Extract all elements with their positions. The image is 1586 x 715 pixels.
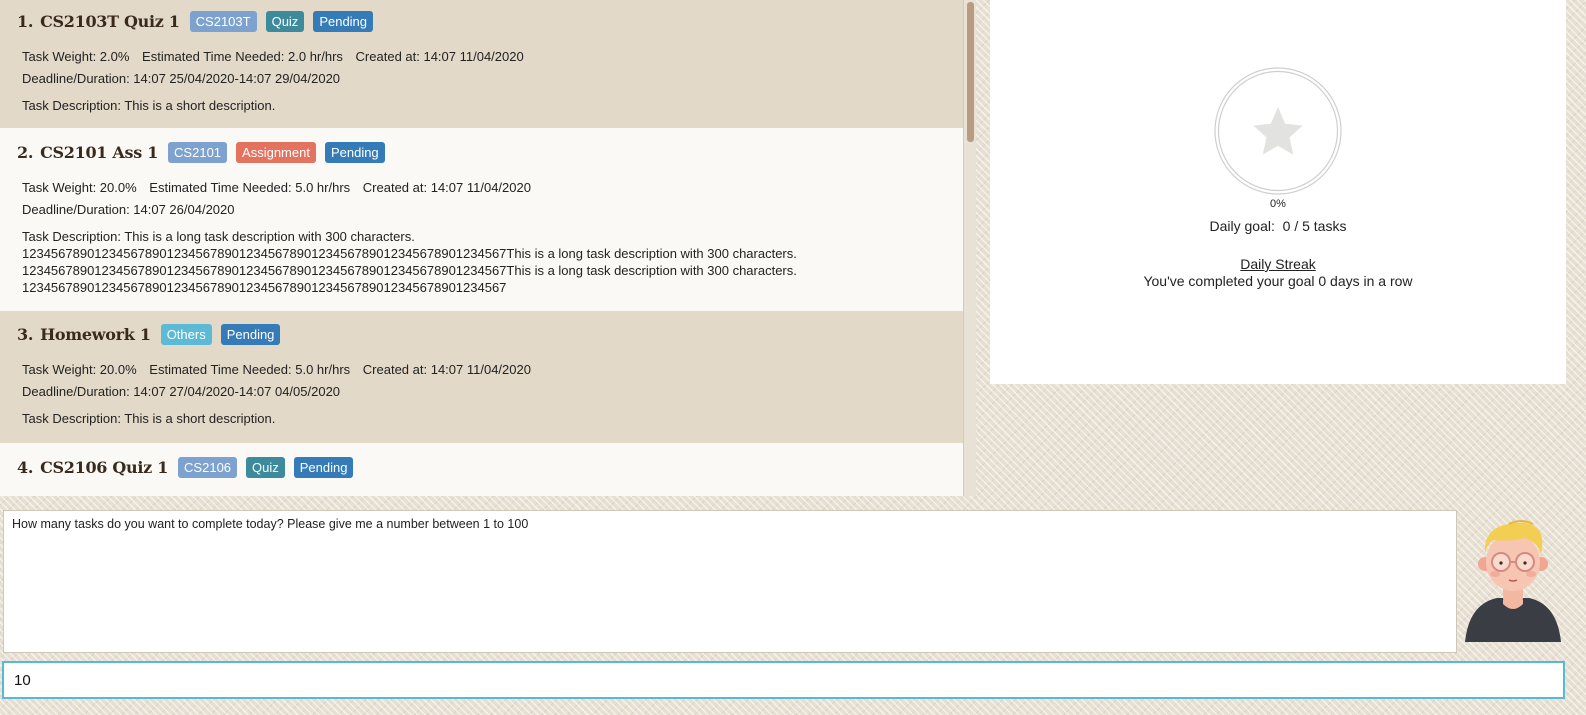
task-list-panel[interactable]: 1. CS2103T Quiz 1 CS2103T Quiz Pending T… <box>0 0 976 496</box>
task-list: 1. CS2103T Quiz 1 CS2103T Quiz Pending T… <box>0 0 963 496</box>
task-created: Created at: 14:07 11/04/2020 <box>362 362 531 377</box>
task-meta: Task Weight: 20.0% Estimated Time Needed… <box>22 179 531 196</box>
task-created: Created at: 14:07 11/04/2020 <box>362 180 531 195</box>
daily-goal-panel: 0% Daily goal: 0 / 5 tasks Daily Streak … <box>990 0 1566 384</box>
status-tag: Pending <box>313 10 374 32</box>
command-input[interactable] <box>2 661 1565 699</box>
progress-ring <box>1214 67 1342 195</box>
task-weight: Task Weight: 20.0% <box>22 180 137 195</box>
task-card[interactable]: 1. CS2103T Quiz 1 CS2103T Quiz Pending T… <box>0 0 963 128</box>
status-tag: Pending <box>324 141 385 163</box>
task-weight: Task Weight: 20.0% <box>22 362 137 377</box>
task-description: Task Description: This is a long task de… <box>22 229 797 295</box>
task-weight: Task Weight: 2.0% <box>22 49 130 64</box>
star-icon <box>1253 107 1303 155</box>
status-tag: Pending <box>293 456 354 478</box>
daily-streak-text: You've completed your goal 0 days in a r… <box>1143 273 1413 289</box>
task-card[interactable]: 2. CS2101 Ass 1 CS2101 Assignment Pendin… <box>0 128 963 311</box>
progress-percent: 0% <box>1270 198 1286 210</box>
type-tag: Others <box>160 323 212 345</box>
module-tag: CS2101 <box>168 141 228 163</box>
task-header: 4. CS2106 Quiz 1 CS2106 Quiz Pending <box>17 455 362 479</box>
daily-goal-text: Daily goal: 0 / 5 tasks <box>1209 218 1347 234</box>
task-header: 1. CS2103T Quiz 1 CS2103T Quiz Pending <box>17 9 382 33</box>
module-tag: CS2106 <box>178 456 238 478</box>
task-index: 2. <box>17 142 34 162</box>
task-name: CS2101 Ass 1 <box>40 142 159 162</box>
task-description: Task Description: This is a short descri… <box>22 98 276 113</box>
task-card[interactable]: 3. Homework 1 Others Pending Task Weight… <box>0 311 963 443</box>
task-header: 3. Homework 1 Others Pending <box>17 322 289 346</box>
task-name: CS2103T Quiz 1 <box>40 11 180 31</box>
task-index: 3. <box>17 324 34 344</box>
scrollbar-thumb[interactable] <box>967 2 974 142</box>
task-deadline: Deadline/Duration: 14:07 27/04/2020-14:0… <box>22 384 341 399</box>
task-card[interactable]: 4. CS2106 Quiz 1 CS2106 Quiz Pending <box>0 443 963 496</box>
task-index: 1. <box>17 11 34 31</box>
task-index: 4. <box>17 457 34 477</box>
task-time-needed: Estimated Time Needed: 2.0 hr/hrs <box>142 49 343 64</box>
task-list-scrollbar[interactable] <box>963 0 976 496</box>
task-time-needed: Estimated Time Needed: 5.0 hr/hrs <box>149 180 351 195</box>
task-meta: Task Weight: 2.0% Estimated Time Needed:… <box>22 48 524 65</box>
status-tag: Pending <box>220 323 281 345</box>
task-time-needed: Estimated Time Needed: 5.0 hr/hrs <box>149 362 351 377</box>
daily-streak-title: Daily Streak <box>1240 256 1316 272</box>
character-avatar-icon <box>1465 520 1561 642</box>
task-name: Homework 1 <box>40 324 151 344</box>
task-description: Task Description: This is a short descri… <box>22 411 276 426</box>
task-deadline: Deadline/Duration: 14:07 26/04/2020 <box>22 202 235 217</box>
result-display[interactable]: How many tasks do you want to complete t… <box>3 510 1457 653</box>
type-tag: Quiz <box>246 456 285 478</box>
type-tag: Assignment <box>236 141 316 163</box>
task-deadline: Deadline/Duration: 14:07 25/04/2020-14:0… <box>22 71 341 86</box>
type-tag: Quiz <box>265 10 305 32</box>
task-created: Created at: 14:07 11/04/2020 <box>355 49 524 64</box>
task-name: CS2106 Quiz 1 <box>40 457 169 477</box>
task-meta: Task Weight: 20.0% Estimated Time Needed… <box>22 361 531 378</box>
task-header: 2. CS2101 Ass 1 CS2101 Assignment Pendin… <box>17 140 394 164</box>
module-tag: CS2103T <box>189 10 257 32</box>
